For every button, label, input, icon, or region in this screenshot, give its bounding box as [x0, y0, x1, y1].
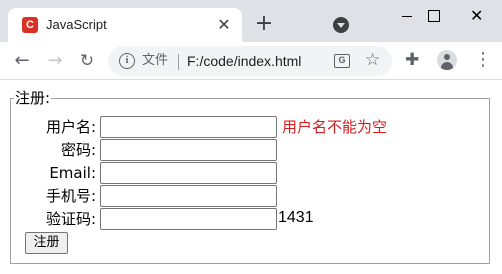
forward-icon[interactable]: →	[45, 51, 65, 71]
username-row: 用户名:	[0, 116, 96, 138]
window-maximize-button[interactable]	[410, 0, 456, 32]
browser-tab[interactable]: C JavaScript ✕	[8, 8, 242, 42]
menu-kebab-icon[interactable]: ⋮	[474, 50, 492, 70]
captcha-code[interactable]: 1431	[278, 207, 314, 229]
email-label: Email:	[49, 164, 96, 182]
email-row: Email:	[0, 162, 96, 184]
phone-row: 手机号:	[0, 185, 96, 207]
bookmark-star-icon[interactable]: ☆	[365, 50, 380, 70]
favicon-icon: C	[22, 17, 38, 33]
new-tab-button[interactable]: +	[254, 13, 274, 35]
scheme-label: 文件	[142, 53, 169, 68]
profile-avatar-icon[interactable]	[437, 50, 457, 70]
tab-search-icon[interactable]	[333, 17, 349, 33]
phone-input[interactable]	[100, 185, 277, 207]
password-label: 密码:	[60, 141, 96, 159]
translate-icon[interactable]: G	[334, 54, 350, 68]
email-input[interactable]	[100, 162, 277, 184]
captcha-input[interactable]	[100, 208, 277, 230]
address-separator	[178, 54, 179, 70]
close-icon: ✕	[470, 6, 484, 25]
reload-icon[interactable]: ↻	[77, 51, 97, 71]
title-bar: C JavaScript ✕ + ✕	[0, 0, 502, 42]
browser-toolbar: ← → ↻ i 文件 F:/code/index.html G ☆	[0, 42, 502, 80]
url-text[interactable]: F:/code/index.html	[187, 52, 301, 70]
address-bar[interactable]: i 文件 F:/code/index.html G ☆	[108, 46, 392, 76]
password-input[interactable]	[100, 139, 277, 161]
username-error-message: 用户名不能为空	[282, 118, 388, 136]
back-icon[interactable]: ←	[12, 51, 32, 71]
register-button[interactable]: 注册	[25, 232, 68, 254]
info-icon[interactable]: i	[119, 53, 135, 69]
captcha-label: 验证码:	[45, 210, 96, 228]
captcha-row: 验证码:	[0, 208, 96, 230]
extensions-icon[interactable]: ✚	[405, 50, 419, 70]
phone-label: 手机号:	[45, 187, 96, 205]
tab-close-icon[interactable]: ✕	[216, 17, 232, 33]
window-close-button[interactable]: ✕	[456, 0, 502, 32]
username-input[interactable]	[100, 116, 277, 138]
password-row: 密码:	[0, 139, 96, 161]
username-label: 用户名:	[45, 118, 96, 136]
fieldset-legend: 注册:	[14, 89, 52, 107]
tab-title: JavaScript	[46, 17, 107, 32]
